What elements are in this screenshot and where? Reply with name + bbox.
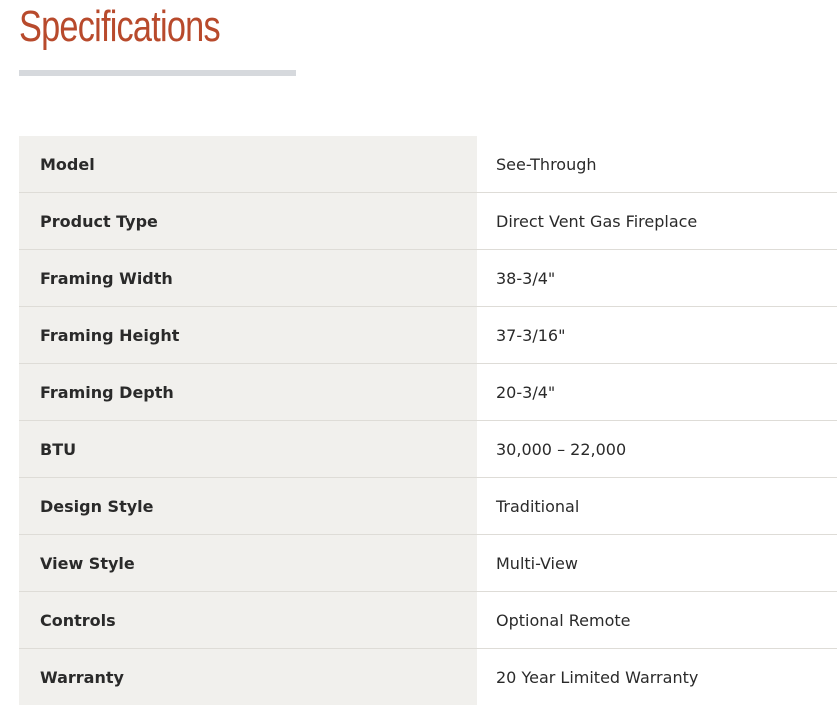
spec-label: Framing Depth [19,363,477,421]
spec-value: 30,000 – 22,000 [477,420,837,478]
spec-label: Model [19,136,477,193]
specifications-section: Specifications Model See-Through Product… [0,0,837,716]
spec-value: Multi-View [477,534,837,592]
section-title: Specifications [19,2,221,51]
title-underline [19,70,296,76]
spec-label: Warranty [19,648,477,705]
spec-row-design-style: Design Style Traditional [19,477,837,535]
spec-label: View Style [19,534,477,592]
spec-row-framing-width: Framing Width 38-3/4" [19,249,837,307]
spec-label: Framing Width [19,249,477,307]
spec-label: Product Type [19,192,477,250]
spec-row-model: Model See-Through [19,136,837,193]
spec-row-btu: BTU 30,000 – 22,000 [19,420,837,478]
spec-value: Direct Vent Gas Fireplace [477,192,837,250]
spec-row-framing-height: Framing Height 37-3/16" [19,306,837,364]
spec-value: Optional Remote [477,591,837,649]
spec-value: 37-3/16" [477,306,837,364]
spec-value: See-Through [477,136,837,193]
spec-row-product-type: Product Type Direct Vent Gas Fireplace [19,192,837,250]
specifications-table: Model See-Through Product Type Direct Ve… [19,136,837,705]
spec-value: 20 Year Limited Warranty [477,648,837,705]
spec-label: Design Style [19,477,477,535]
spec-row-framing-depth: Framing Depth 20-3/4" [19,363,837,421]
spec-row-view-style: View Style Multi-View [19,534,837,592]
spec-value: 38-3/4" [477,249,837,307]
spec-row-warranty: Warranty 20 Year Limited Warranty [19,648,837,705]
spec-row-controls: Controls Optional Remote [19,591,837,649]
spec-label: Controls [19,591,477,649]
spec-label: BTU [19,420,477,478]
spec-value: Traditional [477,477,837,535]
spec-value: 20-3/4" [477,363,837,421]
spec-label: Framing Height [19,306,477,364]
